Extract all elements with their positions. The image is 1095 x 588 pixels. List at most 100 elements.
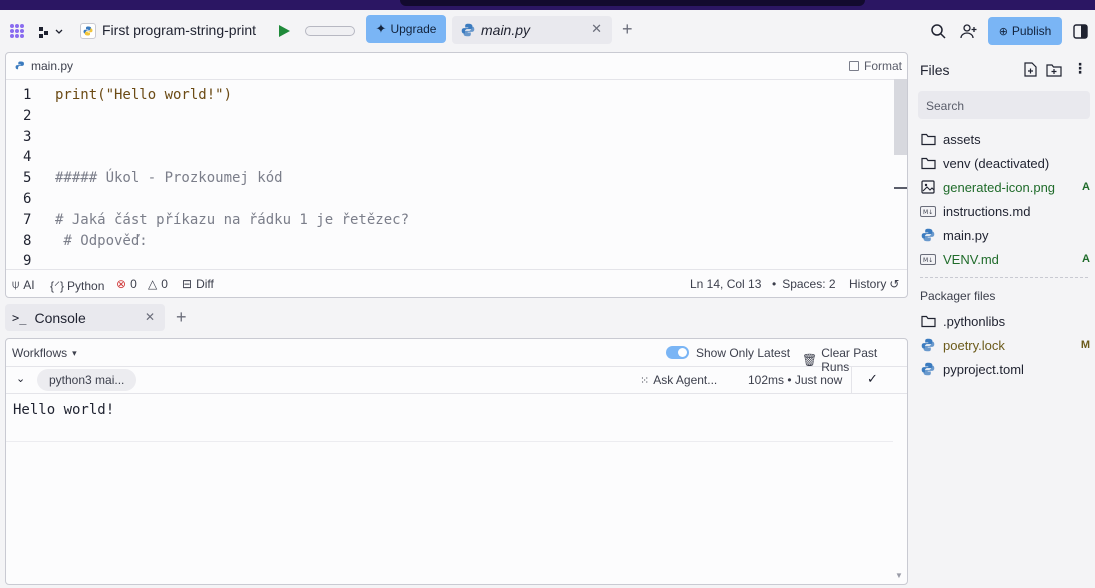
file-name: poetry.lock	[943, 337, 1005, 353]
scroll-marker	[894, 187, 907, 189]
file-item[interactable]: M↓ VENV.md A	[920, 247, 1090, 271]
dot-icon: •	[772, 277, 777, 291]
trash-icon: 🗑︎	[802, 353, 818, 367]
python-icon	[920, 337, 936, 353]
line-number: 8	[23, 232, 32, 249]
code-area[interactable]: 1 print("Hello world!") 2 3 4 5 ##### Úkol - P…	[6, 79, 894, 269]
file-item[interactable]: .pythonlibs	[920, 309, 1090, 333]
console-panel: Workflows ▾ Show Only Latest 🗑︎ Clear Past…	[5, 338, 908, 585]
file-item[interactable]: M↓ instructions.md	[920, 199, 1090, 223]
run-name-pill[interactable]: python3 mai...	[37, 369, 137, 391]
check-icon: ✓	[867, 371, 878, 386]
show-only-latest-toggle[interactable]	[666, 346, 689, 359]
line-number: 9	[23, 253, 32, 269]
diff-status[interactable]: ⊟ Diff	[182, 277, 214, 291]
file-search-input[interactable]: Search	[918, 91, 1090, 119]
errors-status[interactable]: ⊗ 0	[116, 277, 137, 291]
terminal-icon: >_	[12, 310, 27, 325]
console-output[interactable]: Hello world!	[13, 402, 114, 418]
console-scroll-down-icon[interactable]: ▼	[895, 571, 903, 580]
file-item[interactable]: poetry.lock M	[920, 333, 1090, 357]
search-icon[interactable]	[930, 23, 946, 39]
new-tab-icon[interactable]: +	[622, 19, 633, 40]
run-icon[interactable]	[277, 24, 291, 38]
file-name: pyproject.toml	[943, 361, 1024, 377]
code-line[interactable]: 8 # Odpověď:	[6, 231, 886, 251]
run-progress-bar	[305, 26, 355, 36]
ai-icon: ⍦	[12, 277, 20, 291]
line-number: 5	[23, 170, 32, 187]
console-close-icon[interactable]: ✕	[145, 310, 155, 324]
invite-user-icon[interactable]	[960, 23, 978, 39]
editor-statusbar: ⍦ AI {⸍} Python ⊗ 0 △ 0 ⊟ Diff Ln 14, Col 13 …	[6, 269, 907, 297]
code-line[interactable]: 9	[6, 251, 886, 269]
ai-label: AI	[23, 277, 35, 292]
markdown-icon: M↓	[920, 251, 936, 267]
publish-button[interactable]: ⊕ Publish	[988, 17, 1062, 45]
ask-agent-button[interactable]: ⁙ Ask Agent...	[640, 373, 717, 387]
project-type-icon[interactable]	[38, 25, 66, 39]
file-item[interactable]: assets	[920, 127, 1090, 151]
file-name: VENV.md	[943, 251, 999, 267]
cursor-position[interactable]: Ln 14, Col 13	[690, 277, 761, 291]
file-item[interactable]: generated-icon.png A	[920, 175, 1090, 199]
tab-label: main.py	[481, 22, 531, 38]
new-console-tab-icon[interactable]: +	[176, 307, 187, 328]
layout-toggle-icon[interactable]	[1072, 23, 1088, 39]
language-status[interactable]: {⸍} Python	[50, 277, 104, 294]
tab-close-icon[interactable]: ✕	[591, 21, 602, 37]
replit-logo-icon[interactable]	[9, 23, 25, 39]
upgrade-label: Upgrade	[390, 22, 437, 36]
new-file-icon[interactable]	[1023, 62, 1037, 77]
code-icon: {⸍}	[50, 279, 65, 293]
console-tab[interactable]: >_ Console ✕	[5, 304, 165, 331]
line-number: 3	[23, 128, 32, 145]
image-icon	[920, 179, 936, 195]
code-line[interactable]: 6	[6, 189, 886, 209]
git-status-badge: A	[1082, 181, 1090, 193]
collapse-chevron-icon[interactable]: ⌄	[16, 372, 25, 385]
editor-filename: main.py	[31, 59, 74, 73]
diff-icon: ⊟	[182, 277, 193, 291]
publish-label: Publish	[1011, 24, 1052, 38]
console-tab-label: Console	[34, 309, 86, 326]
file-item[interactable]: main.py	[920, 223, 1090, 247]
project-title[interactable]: First program-string-print	[102, 22, 256, 38]
file-name: assets	[943, 131, 981, 147]
show-only-latest-label: Show Only Latest	[696, 346, 791, 360]
window-top-strip	[0, 0, 1095, 10]
history-button[interactable]: History ↺	[849, 277, 899, 291]
format-icon	[848, 61, 859, 71]
workflows-dropdown[interactable]: Workflows ▾	[12, 346, 77, 360]
file-item[interactable]: pyproject.toml	[920, 357, 1090, 381]
new-folder-icon[interactable]	[1046, 62, 1062, 77]
code-line[interactable]: 7 # Jaká část příkazu na řádku 1 je řetěz…	[6, 210, 886, 230]
upgrade-button[interactable]: ✦ Upgrade	[366, 15, 446, 43]
code-line[interactable]: 3	[6, 127, 886, 147]
editor-header: main.py Format	[6, 53, 907, 79]
markdown-icon: M↓	[920, 203, 936, 219]
more-options-icon[interactable]: ⋮	[1073, 60, 1087, 77]
error-icon: ⊗	[116, 277, 127, 291]
file-name: main.py	[943, 227, 989, 243]
spaces-status[interactable]: • Spaces: 2	[772, 277, 836, 291]
history-label: History	[849, 277, 887, 291]
code-line[interactable]: 5 ##### Úkol - Prozkoumej kód	[6, 168, 886, 188]
format-button[interactable]: Format	[848, 59, 902, 73]
warnings-status[interactable]: △ 0	[148, 277, 168, 291]
code-line[interactable]: 1 print("Hello world!")	[6, 85, 886, 105]
ask-agent-label: Ask Agent...	[653, 373, 718, 387]
folder-icon	[920, 155, 936, 171]
language-label: Python	[67, 278, 105, 293]
editor-scrollbar[interactable]	[894, 79, 907, 155]
line-number: 7	[23, 211, 32, 228]
code-line[interactable]: 4	[6, 147, 886, 167]
line-code: ##### Úkol - Prozkoumej kód	[55, 170, 283, 187]
code-line[interactable]: 2	[6, 106, 886, 126]
file-name: venv (deactivated)	[943, 155, 1050, 171]
file-item[interactable]: venv (deactivated)	[920, 151, 1090, 175]
svg-text:M↓: M↓	[923, 209, 933, 216]
tab-main-py[interactable]: main.py ✕	[452, 16, 612, 44]
folder-icon	[920, 313, 936, 329]
ai-status[interactable]: ⍦ AI	[12, 277, 35, 292]
